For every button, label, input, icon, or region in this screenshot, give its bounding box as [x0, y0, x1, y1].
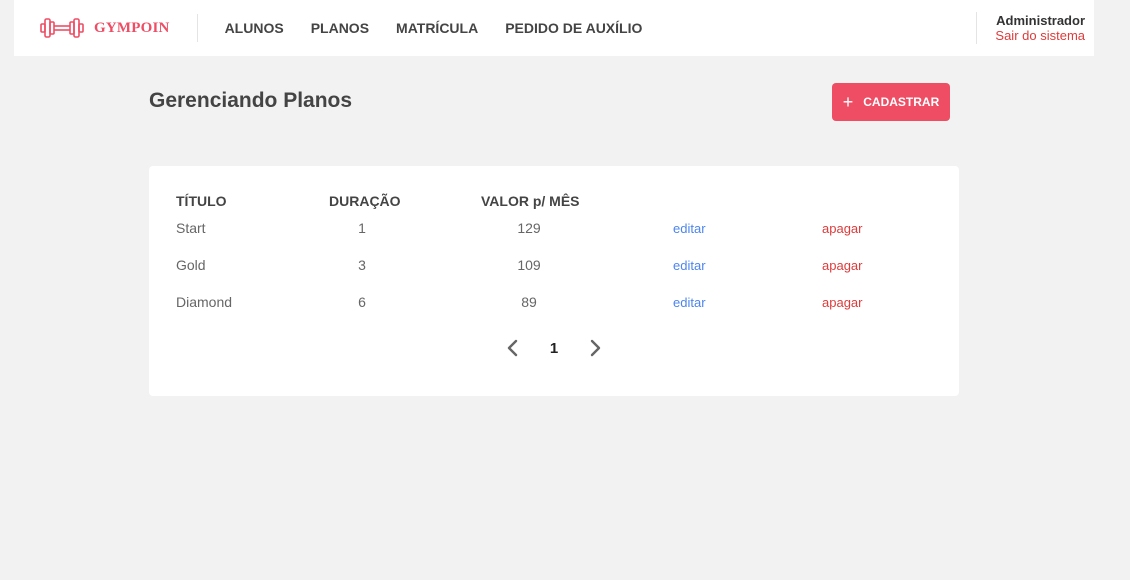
pagination: 1	[149, 336, 959, 360]
logout-link[interactable]: Sair do sistema	[995, 28, 1085, 43]
add-plan-button[interactable]: + CADASTRAR	[832, 83, 950, 121]
plus-icon: +	[842, 92, 854, 112]
plan-title: Start	[176, 220, 206, 236]
current-page-number: 1	[549, 340, 559, 357]
delete-link[interactable]: apagar	[822, 258, 862, 273]
nav-alunos[interactable]: ALUNOS	[225, 20, 284, 36]
plan-duration: 6	[358, 294, 366, 310]
user-name: Administrador	[996, 13, 1085, 28]
table-row: Diamond 6 89 editar apagar	[149, 294, 959, 314]
plan-value: 89	[521, 294, 537, 310]
chevron-left-icon[interactable]	[503, 338, 523, 358]
logo[interactable]: GYMPOIN	[14, 0, 197, 56]
plan-value: 109	[517, 257, 541, 273]
top-header: GYMPOIN ALUNOS PLANOS MATRÍCULA PEDIDO D…	[14, 0, 1094, 56]
dumbbell-icon	[40, 18, 84, 38]
column-header-duration: DURAÇÃO	[329, 193, 401, 209]
plan-duration: 1	[358, 220, 366, 236]
column-header-title: TÍTULO	[176, 193, 227, 209]
brand-name: GYMPOIN	[94, 19, 170, 36]
main-nav: ALUNOS PLANOS MATRÍCULA PEDIDO DE AUXÍLI…	[225, 20, 670, 36]
plan-title: Diamond	[176, 294, 233, 310]
add-plan-button-label: CADASTRAR	[863, 95, 940, 109]
table-row: Start 1 129 editar apagar	[149, 220, 959, 240]
plan-duration: 3	[358, 257, 366, 273]
page-title: Gerenciando Planos	[149, 89, 353, 112]
nav-pedido-de-auxilio[interactable]: PEDIDO DE AUXÍLIO	[505, 20, 642, 36]
delete-link[interactable]: apagar	[822, 295, 862, 310]
edit-link[interactable]: editar	[673, 295, 706, 310]
plan-title: Gold	[176, 257, 206, 273]
delete-link[interactable]: apagar	[822, 221, 862, 236]
user-area: Administrador Sair do sistema	[976, 12, 1094, 44]
column-header-value: VALOR p/ MÊS	[481, 193, 580, 209]
plan-value: 129	[517, 220, 541, 236]
header-divider	[196, 14, 198, 42]
nav-matricula[interactable]: MATRÍCULA	[396, 20, 478, 36]
plans-table-card: TÍTULO DURAÇÃO VALOR p/ MÊS Start 1 129 …	[149, 166, 959, 396]
table-row: Gold 3 109 editar apagar	[149, 257, 959, 277]
edit-link[interactable]: editar	[673, 258, 706, 273]
chevron-right-icon[interactable]	[585, 338, 605, 358]
edit-link[interactable]: editar	[673, 221, 706, 236]
nav-planos[interactable]: PLANOS	[311, 20, 369, 36]
